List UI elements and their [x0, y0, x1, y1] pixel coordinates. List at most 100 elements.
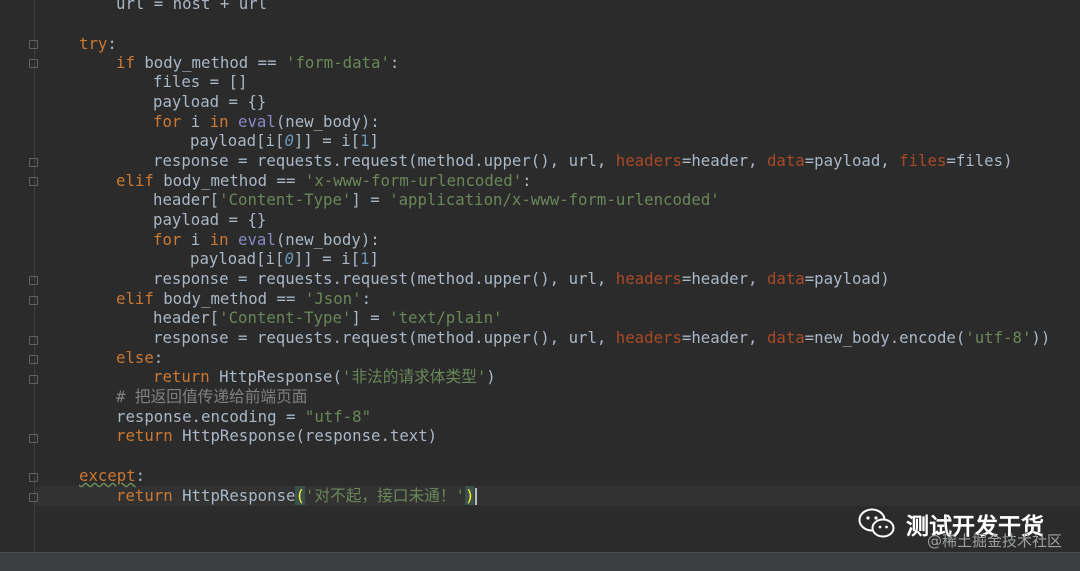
code-line[interactable]: response = requests.request(method.upper… — [153, 328, 1050, 348]
code-text: ] — [369, 249, 379, 268]
fold-marker-icon[interactable] — [29, 493, 38, 502]
fold-marker-icon[interactable] — [29, 473, 38, 482]
code-text: files = [] — [153, 72, 248, 91]
keyword-token: else — [116, 348, 154, 367]
fold-marker-icon[interactable] — [29, 296, 38, 305]
code-line-current[interactable]: return HttpResponse('对不起，接口未通！') — [116, 486, 478, 506]
code-line[interactable]: else: — [116, 348, 163, 368]
fold-marker-icon[interactable] — [29, 158, 38, 167]
code-line[interactable]: payload[i[0]] = i[1] — [190, 131, 379, 151]
string-token: '对不起，接口未通！' — [304, 486, 465, 505]
fold-marker-icon[interactable] — [29, 40, 38, 49]
keyword-token: except — [79, 466, 136, 485]
keyword-token: return — [116, 426, 173, 445]
fold-marker-icon[interactable] — [29, 177, 38, 186]
code-line[interactable]: return HttpResponse('非法的请求体类型') — [153, 367, 496, 387]
code-line[interactable]: files = [] — [153, 72, 247, 92]
code-line[interactable]: except: — [79, 466, 145, 486]
keyword-token: for — [153, 112, 182, 131]
code-text: =files) — [946, 151, 1013, 170]
fold-marker-icon[interactable] — [29, 59, 38, 68]
code-line[interactable]: return HttpResponse(response.text) — [116, 426, 437, 446]
code-text: response = requests.request(method.upper… — [153, 151, 616, 170]
wechat-icon — [858, 508, 895, 538]
string-token: 'x-www-form-urlencoded' — [304, 171, 523, 190]
string-token: 'Content-Type' — [219, 190, 352, 209]
code-line[interactable]: try: — [79, 34, 117, 54]
code-text: response.encoding = — [116, 407, 305, 426]
fold-marker-icon[interactable] — [29, 375, 38, 384]
code-line[interactable]: payload = {} — [153, 92, 266, 112]
code-text: header[ — [153, 190, 220, 209]
code-text: response = requests.request(method.upper… — [153, 328, 616, 347]
code-line[interactable]: elif body_method == 'Json': — [116, 289, 371, 309]
code-text: i — [181, 230, 210, 249]
code-text: body_method == — [153, 289, 305, 308]
keyword-token: if — [116, 53, 135, 72]
code-text: ) — [486, 367, 496, 386]
code-line[interactable]: payload[i[0]] = i[1] — [190, 249, 379, 269]
code-line[interactable]: elif body_method == 'x-www-form-urlencod… — [116, 171, 532, 191]
code-editor[interactable]: url = host + url try: if body_method == … — [0, 0, 1080, 552]
string-token: 'application/x-www-form-urlencoded' — [389, 190, 720, 209]
code-text: (new_body): — [275, 112, 380, 131]
matched-paren: ) — [464, 486, 475, 505]
code-text: ] = — [351, 308, 390, 327]
code-text: (new_body): — [275, 230, 380, 249]
text-caret — [475, 488, 478, 505]
fold-marker-icon[interactable] — [29, 276, 38, 285]
comment-token: # 把返回值传递给前端页面 — [116, 387, 308, 406]
code-text: : — [153, 348, 164, 367]
code-text: ]] = i[ — [293, 249, 361, 268]
keyword-token: return — [153, 367, 210, 386]
code-text: payload[i[ — [190, 131, 285, 150]
code-text: response = requests.request(method.upper… — [153, 269, 616, 288]
code-line[interactable]: for i in eval(new_body): — [153, 112, 380, 132]
number-token: 0 — [284, 249, 294, 268]
code-line[interactable]: for i in eval(new_body): — [153, 230, 380, 250]
code-line[interactable]: if body_method == 'form-data': — [116, 53, 399, 73]
string-token: 'text/plain' — [389, 308, 503, 327]
code-text: )) — [1031, 328, 1051, 347]
fold-marker-icon[interactable] — [29, 336, 38, 345]
code-text: =header, — [681, 269, 767, 288]
code-text: ] = — [351, 190, 390, 209]
code-text: =payload) — [804, 269, 890, 288]
code-text: HttpResponse( — [209, 367, 342, 386]
code-line[interactable]: # 把返回值传递给前端页面 — [116, 387, 307, 407]
param-token: headers — [615, 328, 682, 347]
code-line[interactable]: response = requests.request(method.upper… — [153, 269, 890, 289]
code-text: : — [522, 171, 532, 190]
code-line[interactable]: header['Content-Type'] = 'text/plain' — [153, 308, 502, 328]
param-token: headers — [615, 269, 682, 288]
string-token: 'Content-Type' — [219, 308, 352, 327]
code-text: ] — [369, 131, 379, 150]
keyword-token: elif — [116, 171, 154, 190]
keyword-token: try — [79, 34, 108, 53]
code-line[interactable]: response.encoding = "utf-8" — [116, 407, 371, 427]
code-text: =new_body.encode( — [804, 328, 966, 347]
code-text: : — [107, 34, 117, 53]
param-token: headers — [615, 151, 682, 170]
fold-marker-icon[interactable] — [29, 355, 38, 364]
code-text: body_method == — [134, 53, 287, 72]
fold-marker-icon[interactable] — [29, 434, 38, 443]
code-line[interactable]: header['Content-Type'] = 'application/x-… — [153, 190, 720, 210]
string-token: 'form-data' — [286, 53, 390, 72]
status-bar — [0, 552, 1080, 571]
string-token: "utf-8" — [304, 407, 372, 426]
param-token: data — [766, 269, 805, 288]
keyword-token: in — [209, 230, 229, 249]
code-line[interactable]: url = host + url — [116, 0, 267, 14]
code-text: payload[i[ — [190, 249, 285, 268]
param-token: files — [899, 151, 947, 170]
code-text: =header, — [681, 151, 767, 170]
code-line[interactable]: payload = {} — [153, 210, 266, 230]
keyword-token: in — [209, 112, 229, 131]
param-token: data — [766, 151, 805, 170]
code-line[interactable]: response = requests.request(method.upper… — [153, 151, 1013, 171]
code-text: header[ — [153, 308, 220, 327]
number-token: 0 — [284, 131, 294, 150]
code-text: : — [135, 466, 146, 485]
